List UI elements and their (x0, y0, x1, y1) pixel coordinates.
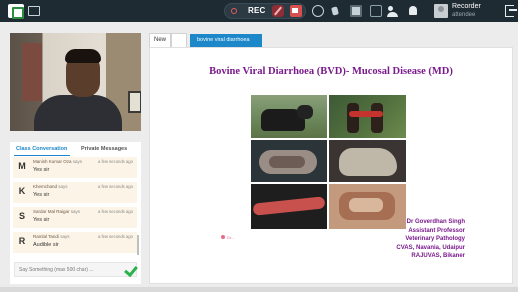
photo-oral-lesion (251, 140, 327, 182)
bell-icon[interactable] (407, 5, 419, 17)
chat-message: R Ramlal Tandi says a few seconds ago Au… (13, 232, 137, 253)
raise-hand-icon[interactable] (330, 5, 342, 17)
presentation-slide: Bovine Viral Diarrhoea (BVD)- Mucosal Di… (149, 47, 513, 284)
message-avatar: S (18, 211, 25, 221)
message-author: Khemchand says (33, 184, 68, 189)
recorder-name: Recorder (452, 3, 481, 10)
photo-hoof-lesion (329, 95, 406, 138)
message-text: Yes sir (33, 217, 50, 223)
presenter-video (10, 33, 141, 131)
credit-line: Dr Goverdhan Singh (406, 219, 465, 225)
message-avatar: K (18, 186, 26, 196)
chat-message: K Khemchand says a few seconds ago Yes s… (13, 182, 137, 203)
layout-icon[interactable] (350, 5, 362, 17)
power-icon[interactable] (312, 5, 324, 17)
message-time: a few seconds ago (98, 209, 133, 214)
pointer-label: Dr... (227, 235, 235, 240)
recorder-role: attendee (452, 12, 476, 18)
message-text: Audible sir (33, 242, 59, 248)
credit-line: CVAS, Navania, Udaipur (396, 244, 465, 251)
message-author: Ramlal Tandi says (33, 234, 70, 239)
photo-cattle (251, 95, 327, 138)
tab-private-messages[interactable]: Private Messages (81, 146, 127, 152)
photo-intestine (251, 184, 327, 229)
document-tabs: New bovine viral diarrhoea (149, 33, 513, 47)
chat-scrollbar[interactable] (137, 235, 139, 255)
tab-new[interactable]: New (149, 33, 171, 47)
credit-line: Assistant Professor (408, 227, 465, 234)
message-avatar: R (18, 236, 26, 246)
image-gallery (251, 95, 406, 229)
tab-class-conversation[interactable]: Class Conversation (16, 146, 67, 152)
chat-message: S Sardar Mal Raigar says a few seconds a… (13, 207, 137, 228)
author-credits: Dr Goverdhan Singh Assistant Professor V… (350, 218, 465, 261)
screen-share-icon[interactable] (28, 6, 40, 16)
slide-title: Bovine Viral Diarrhoea (BVD)- Mucosal Di… (209, 66, 453, 77)
chat-icon[interactable] (370, 5, 382, 17)
message-text: Yes sir (33, 167, 50, 173)
mic-off-icon[interactable] (272, 5, 284, 17)
chat-tabs: Class Conversation Private Messages (10, 142, 141, 156)
exit-icon[interactable] (505, 5, 517, 17)
tab-bovine-viral-diarrhoea[interactable]: bovine viral diarrhoea (190, 34, 262, 47)
chat-input-box (14, 262, 137, 277)
photo-tongue-erosion (329, 140, 406, 182)
rec-label[interactable]: REC (248, 6, 266, 15)
message-avatar: M (18, 161, 26, 171)
app-logo-icon (8, 4, 24, 19)
message-time: a few seconds ago (98, 184, 133, 189)
credit-line: RAJUVAS, Bikaner (411, 253, 465, 260)
top-toolbar: REC Recorder attendee (0, 0, 518, 22)
bottom-strip (0, 287, 518, 292)
credit-line: Veterinary Pathology (405, 236, 465, 243)
chat-panel: Class Conversation Private Messages M Ma… (10, 142, 141, 284)
message-time: a few seconds ago (98, 234, 133, 239)
laser-pointer-icon (221, 235, 225, 239)
record-dot-icon[interactable] (231, 8, 237, 14)
message-author: Manish Kumar Oza says (33, 159, 83, 164)
active-tab-indicator (14, 155, 70, 156)
chat-message-input[interactable] (19, 265, 115, 275)
tab-blank[interactable] (171, 33, 187, 47)
message-time: a few seconds ago (98, 159, 133, 164)
camera-icon[interactable] (290, 5, 302, 17)
send-check-icon[interactable] (125, 264, 137, 276)
chat-message: M Manish Kumar Oza says a few seconds ag… (13, 157, 137, 178)
message-author: Sardar Mal Raigar says (33, 209, 81, 214)
message-text: Yes sir (33, 192, 50, 198)
avatar[interactable] (434, 4, 448, 18)
participants-icon[interactable] (387, 5, 399, 17)
